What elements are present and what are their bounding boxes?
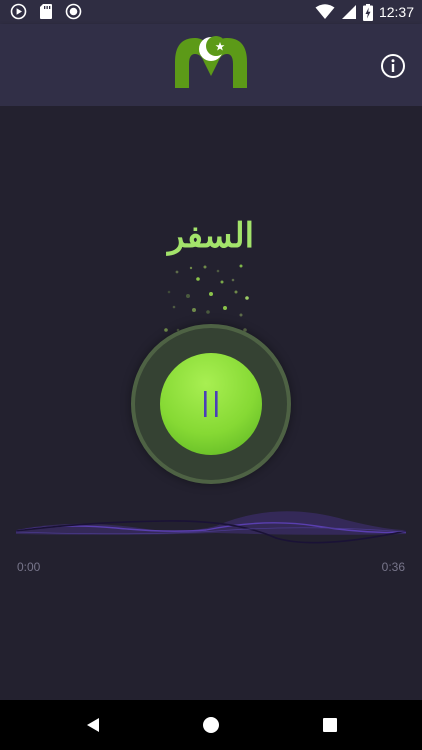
back-icon[interactable] bbox=[84, 715, 104, 735]
app-bar bbox=[0, 24, 422, 106]
total-time: 0:36 bbox=[381, 560, 405, 574]
play-circle-icon bbox=[10, 3, 27, 20]
sd-card-icon bbox=[40, 4, 52, 19]
home-icon[interactable] bbox=[201, 715, 221, 735]
info-icon[interactable] bbox=[380, 53, 406, 79]
app-logo bbox=[175, 36, 247, 88]
record-icon bbox=[65, 3, 82, 20]
recents-icon[interactable] bbox=[320, 715, 340, 735]
wifi-icon bbox=[315, 4, 335, 19]
player-area: السفر 0:00 0:36 bbox=[0, 106, 422, 700]
elapsed-time: 0:00 bbox=[17, 560, 41, 574]
battery-charging-icon bbox=[362, 3, 373, 21]
status-time: 12:37 bbox=[378, 4, 414, 20]
track-title: السفر bbox=[167, 216, 255, 256]
navigation-bar bbox=[0, 700, 422, 750]
status-bar: 12:37 bbox=[0, 0, 422, 24]
status-right-icons: 12:37 bbox=[315, 3, 414, 21]
status-left-icons bbox=[10, 3, 82, 20]
pause-icon bbox=[204, 391, 218, 417]
pause-button[interactable] bbox=[160, 353, 262, 455]
audio-waveform-seekbar[interactable] bbox=[16, 506, 406, 560]
signal-icon bbox=[341, 5, 356, 19]
